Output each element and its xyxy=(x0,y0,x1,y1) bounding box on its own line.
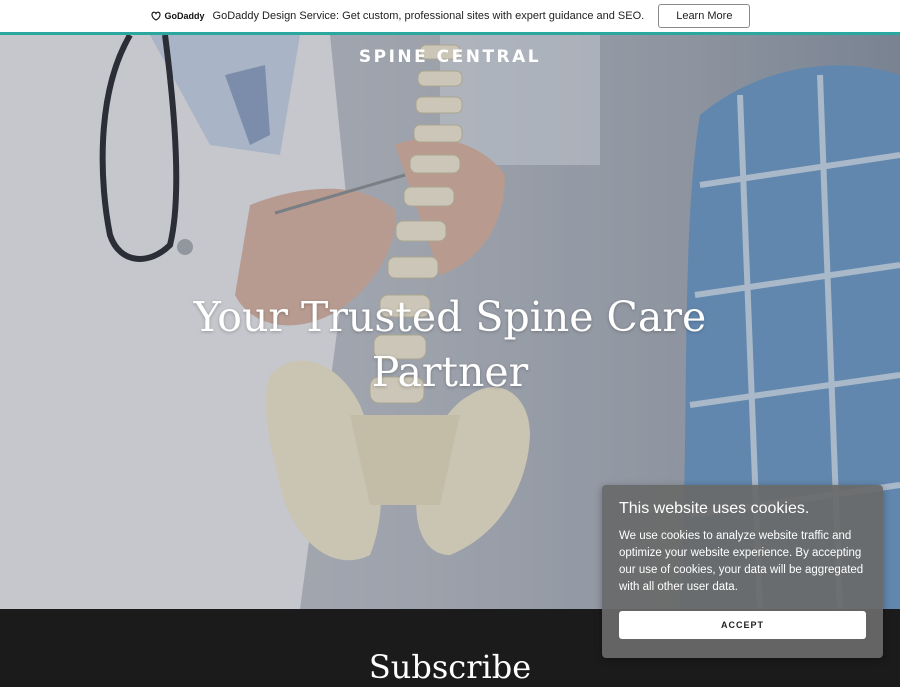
hero-headline: Your Trusted Spine Care Partner xyxy=(193,293,707,396)
promo-bar: GoDaddy GoDaddy Design Service: Get cust… xyxy=(0,0,900,32)
godaddy-logo-text: GoDaddy xyxy=(164,11,205,21)
promo-message: GoDaddy Design Service: Get custom, prof… xyxy=(212,10,645,22)
godaddy-logo[interactable]: GoDaddy xyxy=(150,11,205,21)
cookie-message: We use cookies to analyze website traffi… xyxy=(619,530,864,593)
accept-cookies-button[interactable]: ACCEPT xyxy=(619,611,866,639)
godaddy-logo-icon xyxy=(150,11,161,21)
learn-more-button[interactable]: Learn More xyxy=(658,4,751,28)
cookie-banner: This website uses cookies. We use cookie… xyxy=(602,485,883,658)
cookie-title: This website uses cookies. xyxy=(619,500,810,517)
site-brand[interactable]: SPINE CENTRAL xyxy=(0,47,900,67)
